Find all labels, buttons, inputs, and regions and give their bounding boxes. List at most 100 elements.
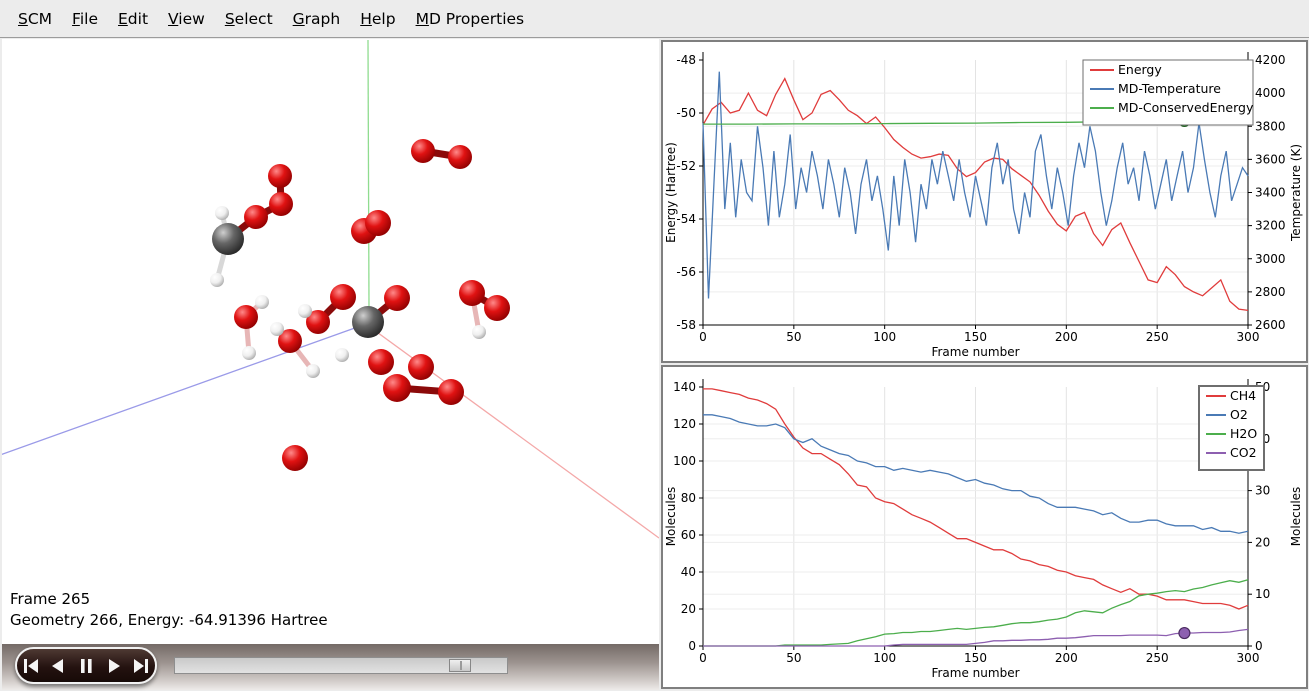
tick-label: 3800 (1255, 119, 1286, 133)
atom-O[interactable] (383, 374, 411, 402)
chart-canvas[interactable]: 050100150200250300-48-50-52-54-56-582600… (663, 42, 1306, 361)
atom-H[interactable] (210, 273, 224, 287)
tick-label: -52 (676, 159, 696, 173)
atom-H[interactable] (255, 295, 269, 309)
atom-H[interactable] (270, 322, 284, 336)
legend-label: CO2 (1230, 445, 1257, 460)
menu-item-file[interactable]: File (62, 10, 108, 28)
frame-number-label: Frame 265 (10, 589, 328, 610)
tick-label: 60 (681, 528, 696, 542)
frame-slider[interactable] (174, 657, 508, 674)
atom-O[interactable] (459, 280, 485, 306)
menu-item-help[interactable]: Help (350, 10, 405, 28)
menu-item-md-properties[interactable]: MD Properties (406, 10, 535, 28)
tick-label: -50 (676, 106, 696, 120)
menu-item-view[interactable]: View (158, 10, 215, 28)
atom-O[interactable] (438, 379, 464, 405)
step-back-button[interactable] (47, 655, 69, 677)
atom-O[interactable] (282, 445, 308, 471)
atom-C[interactable] (352, 306, 384, 338)
left-axis-title: Molecules (664, 487, 678, 547)
tick-label: -56 (676, 265, 696, 279)
molecule-count-chart[interactable]: 0501001502002503000204060801001201400102… (661, 365, 1308, 689)
tick-label: 40 (681, 565, 696, 579)
tick-label: 20 (1255, 535, 1270, 549)
atom-O[interactable] (368, 349, 394, 375)
legend-label: H2O (1230, 426, 1257, 441)
tick-label: 300 (1237, 651, 1260, 665)
tick-label: 0 (1255, 639, 1263, 653)
atom-H[interactable] (335, 348, 349, 362)
atom-H[interactable] (298, 304, 312, 318)
atom-H[interactable] (242, 346, 256, 360)
legend-label: MD-Temperature (1118, 81, 1221, 96)
atom-O[interactable] (365, 210, 391, 236)
play-button[interactable] (103, 655, 125, 677)
tick-label: 4000 (1255, 86, 1286, 100)
left-axis-title: Energy (Hartree) (664, 142, 678, 243)
tick-label: 10 (1255, 587, 1270, 601)
tick-label: 140 (673, 380, 696, 394)
tick-label: 100 (873, 651, 896, 665)
atom-O[interactable] (268, 164, 292, 188)
tick-label: 250 (1146, 651, 1169, 665)
tick-label: 2600 (1255, 318, 1286, 332)
tick-label: 100 (873, 330, 896, 344)
tick-label: 50 (786, 330, 801, 344)
atom-O[interactable] (408, 354, 434, 380)
tick-label: -58 (676, 318, 696, 332)
energy-temperature-chart[interactable]: 050100150200250300-48-50-52-54-56-582600… (661, 40, 1308, 363)
x-axis-title: Frame number (931, 666, 1019, 680)
tick-label: 0 (688, 639, 696, 653)
menu-item-scm[interactable]: SCM (8, 10, 62, 28)
menu-item-edit[interactable]: Edit (108, 10, 158, 28)
skip-start-icon (21, 656, 41, 676)
chart-canvas[interactable]: 0501001502002503000204060801001201400102… (663, 367, 1306, 687)
atom-O[interactable] (484, 295, 510, 321)
menu-item-select[interactable]: Select (215, 10, 283, 28)
tick-label: 30 (1255, 484, 1270, 498)
tick-label: 200 (1055, 330, 1078, 344)
right-axis-title: Temperature (K) (1289, 144, 1303, 242)
y-axis-green (368, 40, 369, 309)
molecule-viewport[interactable] (2, 39, 659, 644)
atom-O[interactable] (384, 285, 410, 311)
atom-O[interactable] (234, 305, 258, 329)
geometry-energy-label: Geometry 266, Energy: -64.91396 Hartree (10, 610, 328, 631)
tick-label: -48 (676, 53, 696, 67)
atom-O[interactable] (269, 192, 293, 216)
legend-label: MD-ConservedEnergy (1118, 100, 1254, 115)
atom-H[interactable] (215, 206, 229, 220)
molecule-viewer-panel (2, 39, 659, 644)
pause-button[interactable] (75, 655, 97, 677)
tick-label: 2800 (1255, 285, 1286, 299)
tick-label: 100 (673, 454, 696, 468)
tick-label: 3000 (1255, 252, 1286, 266)
atom-C[interactable] (212, 223, 244, 255)
atom-H[interactable] (472, 325, 486, 339)
atom-O[interactable] (411, 139, 435, 163)
atom-O[interactable] (448, 145, 472, 169)
skip-start-button[interactable] (20, 655, 42, 677)
tick-label: 200 (1055, 651, 1078, 665)
tick-label: 3200 (1255, 219, 1286, 233)
tick-label: 120 (673, 417, 696, 431)
tick-label: 3600 (1255, 152, 1286, 166)
tick-label: 4200 (1255, 53, 1286, 67)
current-frame-marker (1179, 628, 1190, 639)
skip-end-button[interactable] (130, 655, 152, 677)
atom-O[interactable] (330, 284, 356, 310)
menu-item-graph[interactable]: Graph (283, 10, 351, 28)
atom-O[interactable] (244, 205, 268, 229)
frame-slider-handle[interactable] (449, 659, 471, 672)
x-axis-title: Frame number (931, 345, 1019, 359)
tick-label: 50 (786, 651, 801, 665)
legend-label: O2 (1230, 407, 1248, 422)
skip-end-icon (131, 656, 151, 676)
tick-label: 20 (681, 602, 696, 616)
menubar: SCMFileEditViewSelectGraphHelpMD Propert… (0, 0, 1309, 38)
tick-label: 250 (1146, 330, 1169, 344)
tick-label: 3400 (1255, 186, 1286, 200)
atom-H[interactable] (306, 364, 320, 378)
tick-label: -54 (676, 212, 696, 226)
